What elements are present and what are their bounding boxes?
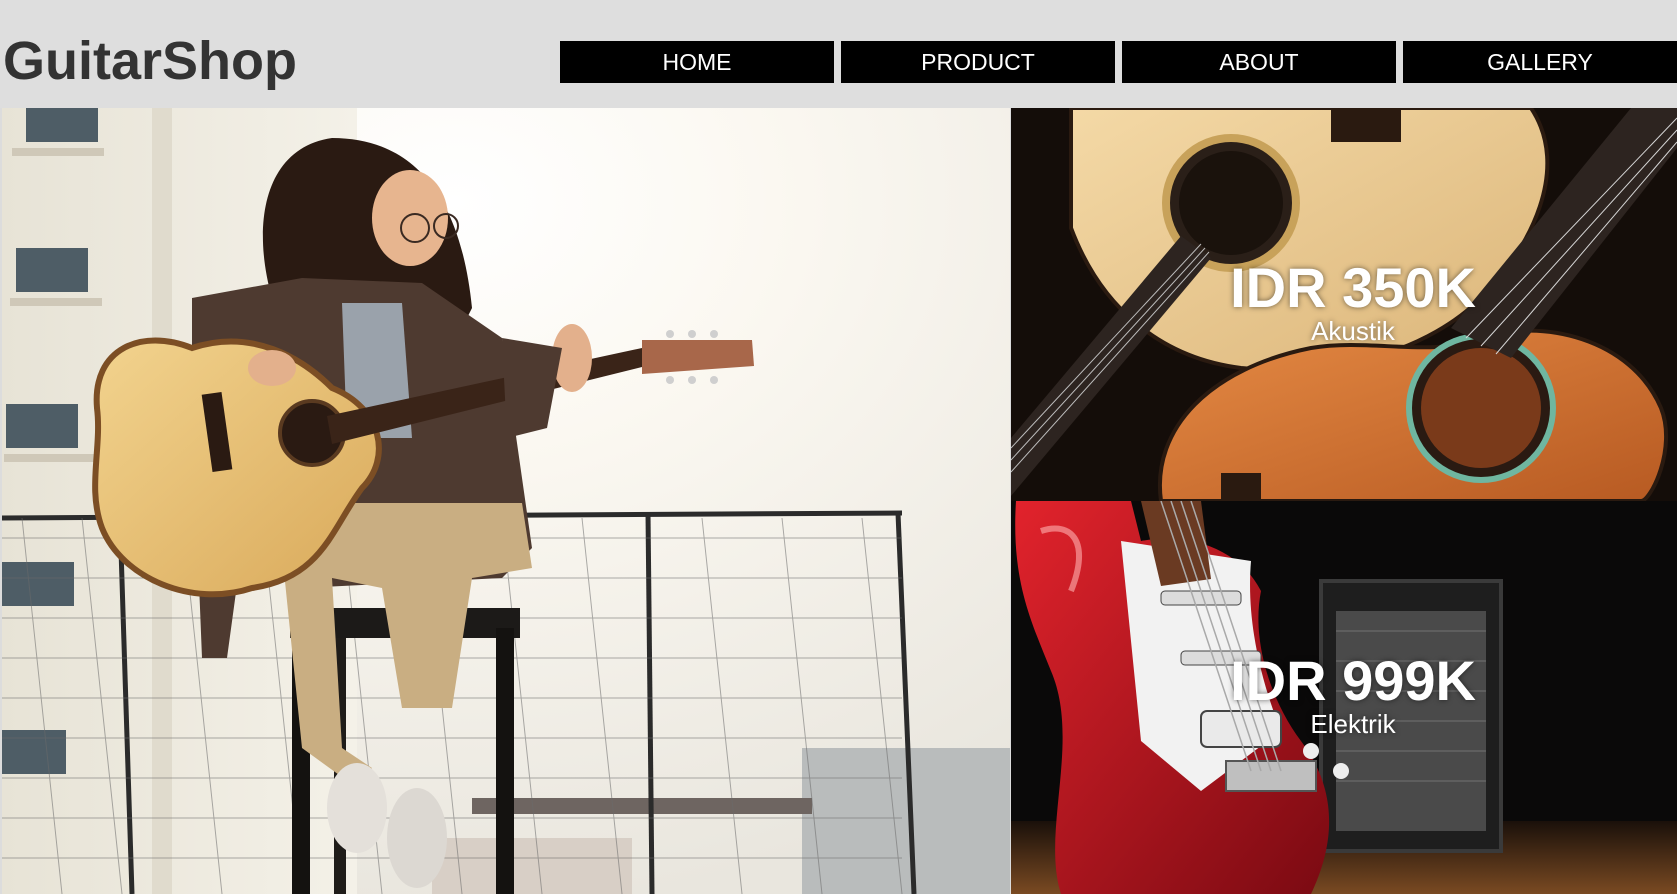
- product-price: IDR 350K: [1230, 256, 1476, 319]
- nav-gallery[interactable]: GALLERY: [1403, 41, 1677, 83]
- product-price: IDR 999K: [1230, 649, 1476, 712]
- nav-product[interactable]: PRODUCT: [841, 41, 1115, 83]
- product-category: Akustik: [1311, 316, 1395, 346]
- product-info-acoustic: IDR 350K Akustik: [1143, 256, 1563, 347]
- product-card-acoustic[interactable]: IDR 350K Akustik: [1011, 108, 1677, 501]
- nav-about[interactable]: ABOUT: [1122, 41, 1396, 83]
- brand-logo[interactable]: GuitarShop: [3, 30, 297, 92]
- site-header: GuitarShop HOME PRODUCT ABOUT GALLERY: [0, 0, 1677, 108]
- hero-image: [2, 108, 1010, 894]
- hero-photo-illustration: [2, 108, 1010, 894]
- nav-home[interactable]: HOME: [560, 41, 834, 83]
- product-category: Elektrik: [1310, 709, 1396, 739]
- product-info-electric: IDR 999K Elektrik: [1143, 649, 1563, 740]
- product-card-electric[interactable]: IDR 999K Elektrik: [1011, 501, 1677, 894]
